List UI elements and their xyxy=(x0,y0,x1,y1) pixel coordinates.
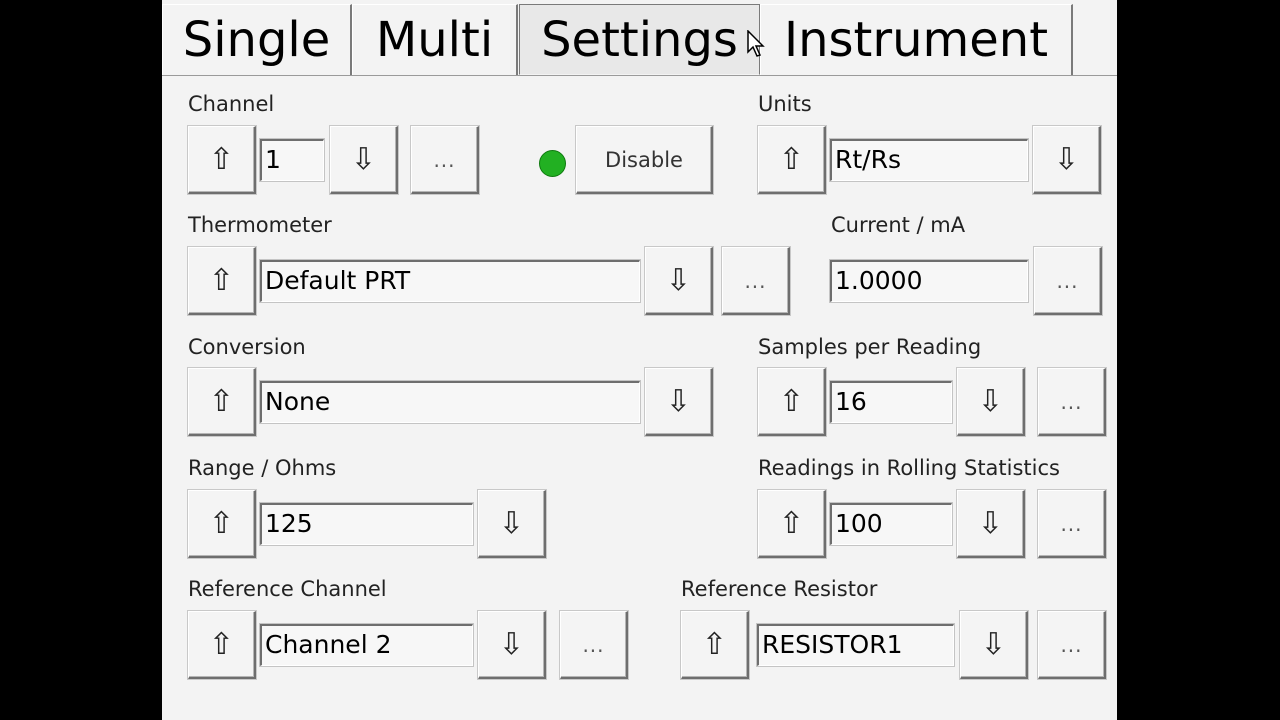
channel-up-button[interactable]: ⇧ xyxy=(188,126,256,194)
down-arrow-icon: ⇩ xyxy=(498,627,525,662)
tab-divider xyxy=(162,75,1117,76)
down-arrow-icon: ⇩ xyxy=(980,627,1007,662)
disable-button[interactable]: Disable xyxy=(576,126,713,194)
rolling-more-button[interactable]: ... xyxy=(1038,490,1106,558)
channel-down-button[interactable]: ⇩ xyxy=(330,126,398,194)
ref-channel-label: Reference Channel xyxy=(188,577,387,601)
ref-resistor-label: Reference Resistor xyxy=(681,577,878,601)
down-arrow-icon: ⇩ xyxy=(977,384,1004,419)
channel-more-button[interactable]: ... xyxy=(411,126,479,194)
status-led-icon xyxy=(539,150,566,177)
range-up-button[interactable]: ⇧ xyxy=(188,490,256,558)
thermometer-label: Thermometer xyxy=(188,213,332,237)
units-field[interactable]: Rt/Rs xyxy=(830,139,1028,181)
conversion-label: Conversion xyxy=(188,335,306,359)
ellipsis-icon: ... xyxy=(1060,632,1083,657)
thermometer-more-button[interactable]: ... xyxy=(722,247,790,315)
ref-resistor-down-button[interactable]: ⇩ xyxy=(960,611,1028,679)
rolling-field[interactable]: 100 xyxy=(830,503,952,545)
units-up-button[interactable]: ⇧ xyxy=(758,126,826,194)
down-arrow-icon: ⇩ xyxy=(1053,142,1080,177)
samples-field[interactable]: 16 xyxy=(830,381,952,423)
down-arrow-icon: ⇩ xyxy=(350,142,377,177)
tab-settings[interactable]: Settings xyxy=(519,4,760,75)
up-arrow-icon: ⇧ xyxy=(208,506,235,541)
tab-multi[interactable]: Multi xyxy=(352,4,518,75)
up-arrow-icon: ⇧ xyxy=(208,627,235,662)
ellipsis-icon: ... xyxy=(1056,268,1079,293)
thermometer-field[interactable]: Default PRT xyxy=(260,260,640,302)
up-arrow-icon: ⇧ xyxy=(208,142,235,177)
up-arrow-icon: ⇧ xyxy=(778,384,805,419)
ref-channel-more-button[interactable]: ... xyxy=(560,611,628,679)
current-label: Current / mA xyxy=(831,213,966,237)
range-label: Range / Ohms xyxy=(188,456,337,480)
thermometer-down-button[interactable]: ⇩ xyxy=(645,247,713,315)
units-label: Units xyxy=(758,92,812,116)
channel-field[interactable]: 1 xyxy=(260,139,324,181)
ref-resistor-up-button[interactable]: ⇧ xyxy=(681,611,749,679)
current-more-button[interactable]: ... xyxy=(1034,247,1102,315)
down-arrow-icon: ⇩ xyxy=(665,384,692,419)
channel-label: Channel xyxy=(188,92,275,116)
samples-down-button[interactable]: ⇩ xyxy=(957,368,1025,436)
tab-instrument[interactable]: Instrument xyxy=(760,4,1073,75)
conversion-up-button[interactable]: ⇧ xyxy=(188,368,256,436)
thermometer-up-button[interactable]: ⇧ xyxy=(188,247,256,315)
ref-channel-down-button[interactable]: ⇩ xyxy=(478,611,546,679)
range-field[interactable]: 125 xyxy=(260,503,473,545)
ellipsis-icon: ... xyxy=(433,147,456,172)
ellipsis-icon: ... xyxy=(1060,511,1083,536)
samples-up-button[interactable]: ⇧ xyxy=(758,368,826,436)
units-down-button[interactable]: ⇩ xyxy=(1033,126,1101,194)
up-arrow-icon: ⇧ xyxy=(778,142,805,177)
down-arrow-icon: ⇩ xyxy=(665,263,692,298)
ellipsis-icon: ... xyxy=(582,632,605,657)
down-arrow-icon: ⇩ xyxy=(498,506,525,541)
samples-more-button[interactable]: ... xyxy=(1038,368,1106,436)
current-field[interactable]: 1.0000 xyxy=(830,260,1028,302)
up-arrow-icon: ⇧ xyxy=(778,506,805,541)
ellipsis-icon: ... xyxy=(744,268,767,293)
ref-resistor-field[interactable]: RESISTOR1 xyxy=(757,624,954,666)
rolling-up-button[interactable]: ⇧ xyxy=(758,490,826,558)
up-arrow-icon: ⇧ xyxy=(208,384,235,419)
mouse-cursor-icon xyxy=(747,30,765,57)
settings-screen: Single Multi Settings Instrument Channel… xyxy=(162,0,1117,720)
up-arrow-icon: ⇧ xyxy=(701,627,728,662)
ref-channel-field[interactable]: Channel 2 xyxy=(260,624,473,666)
rolling-down-button[interactable]: ⇩ xyxy=(957,490,1025,558)
tab-single[interactable]: Single xyxy=(162,4,352,75)
range-down-button[interactable]: ⇩ xyxy=(478,490,546,558)
conversion-down-button[interactable]: ⇩ xyxy=(645,368,713,436)
ref-channel-up-button[interactable]: ⇧ xyxy=(188,611,256,679)
samples-label: Samples per Reading xyxy=(758,335,982,359)
conversion-field[interactable]: None xyxy=(260,381,640,423)
ref-resistor-more-button[interactable]: ... xyxy=(1038,611,1106,679)
rolling-label: Readings in Rolling Statistics xyxy=(758,456,1060,480)
up-arrow-icon: ⇧ xyxy=(208,263,235,298)
down-arrow-icon: ⇩ xyxy=(977,506,1004,541)
ellipsis-icon: ... xyxy=(1060,389,1083,414)
